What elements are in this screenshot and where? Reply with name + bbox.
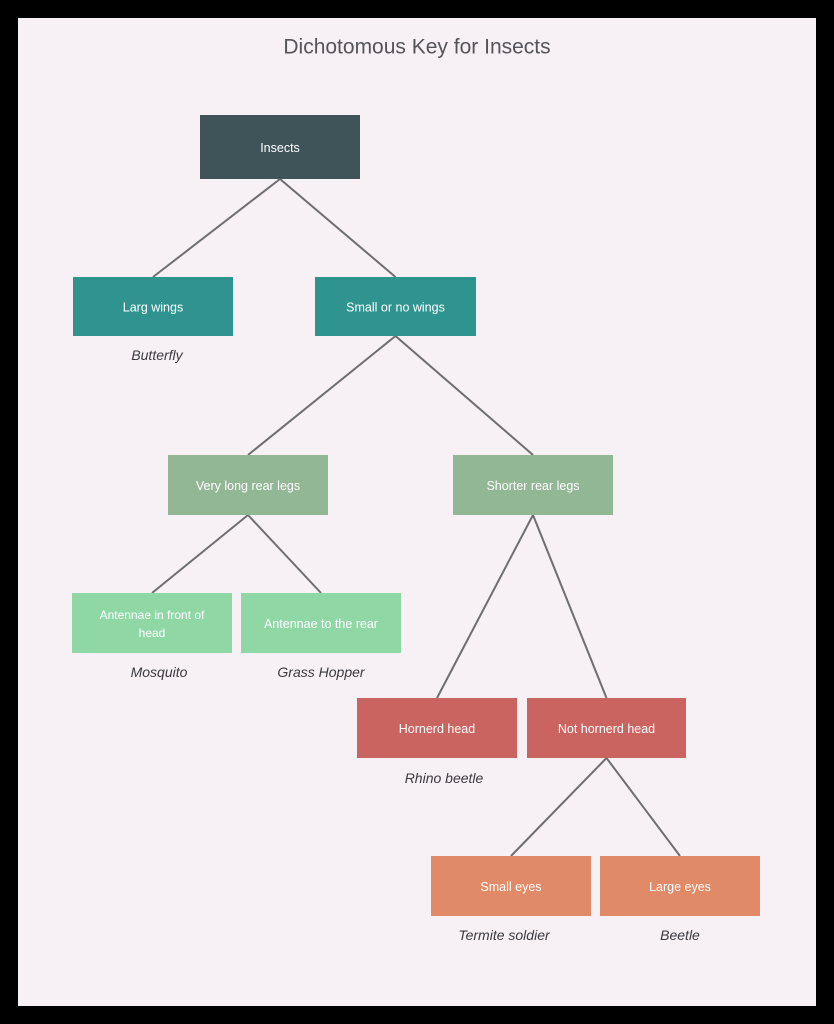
node-very-long-legs[interactable]: Very long rear legs (168, 455, 328, 515)
node-small-no-wings[interactable]: Small or no wings (315, 277, 476, 336)
caption-beetle: Beetle (660, 927, 700, 943)
node-insects[interactable]: Insects (200, 115, 360, 179)
connector-smallwings-to-shorter (394, 335, 534, 456)
node-layer: Insects Larg wings Small or no wings Very l… (72, 115, 760, 916)
connector-nothornerd-to-large-eyes (605, 757, 681, 857)
node-label-antennae-front: head (139, 626, 166, 640)
node-label-antennae-rear: Antennae to the rear (264, 617, 378, 631)
node-label-shorter-legs: Shorter rear legs (486, 479, 579, 493)
node-not-hornerd[interactable]: Not hornerd head (527, 698, 686, 758)
node-label-hornerd-head: Hornerd head (399, 722, 475, 736)
node-label-small-eyes: Small eyes (480, 880, 541, 894)
node-label-large-wings: Larg wings (123, 301, 183, 315)
caption-termite-soldier: Termite soldier (458, 927, 551, 943)
connector-insects-to-small-no-wings (279, 178, 397, 278)
connector-shorter-to-hornerd (436, 514, 534, 699)
connector-verylong-to-antennae-rear (247, 514, 322, 594)
connector-verylong-to-antennae-front (151, 514, 249, 594)
node-shorter-legs[interactable]: Shorter rear legs (453, 455, 613, 515)
node-box-antennae-front[interactable] (72, 593, 232, 653)
node-label-not-hornerd: Not hornerd head (558, 722, 655, 736)
node-hornerd-head[interactable]: Hornerd head (357, 698, 517, 758)
dichotomous-key-diagram: Insects Larg wings Small or no wings Very l… (72, 36, 760, 943)
node-small-eyes[interactable]: Small eyes (431, 856, 591, 916)
caption-mosquito: Mosquito (131, 664, 188, 680)
node-antennae-rear[interactable]: Antennae to the rear (241, 593, 401, 653)
node-antennae-front[interactable]: Antennae in front of head (72, 593, 232, 653)
connector-smallwings-to-verylong (247, 335, 397, 456)
node-label-insects: Insects (260, 141, 300, 155)
node-label-antennae-front: Antennae in front of (100, 608, 205, 622)
connector-insects-to-large-wings (152, 178, 281, 278)
node-label-small-no-wings: Small or no wings (346, 301, 445, 315)
caption-grass-hopper: Grass Hopper (277, 664, 365, 680)
node-large-eyes[interactable]: Large eyes (600, 856, 760, 916)
node-large-wings[interactable]: Larg wings (73, 277, 233, 336)
node-label-very-long-legs: Very long rear legs (196, 479, 300, 493)
connector-nothornerd-to-small-eyes (510, 757, 608, 857)
screenshot-frame: Insects Larg wings Small or no wings Very l… (0, 0, 834, 1024)
node-label-large-eyes: Large eyes (649, 880, 711, 894)
connector-shorter-to-not-hornerd (532, 514, 608, 699)
page-title: Dichotomous Key for Insects (283, 36, 550, 59)
caption-rhino-beetle: Rhino beetle (405, 770, 484, 786)
caption-butterfly: Butterfly (131, 347, 183, 363)
